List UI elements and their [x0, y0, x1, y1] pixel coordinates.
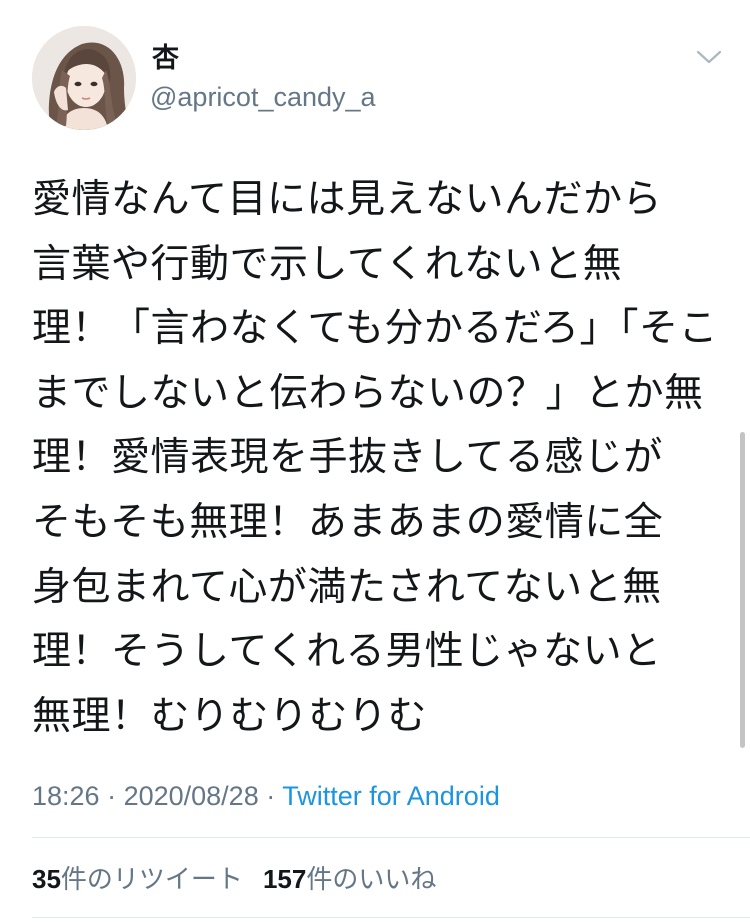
scrollbar[interactable] [740, 432, 745, 748]
likes-count: 157 [262, 864, 307, 894]
more-options-button[interactable] [694, 44, 724, 70]
chevron-down-icon [696, 50, 722, 64]
likes-stat[interactable]: 157件のいいね [263, 861, 436, 898]
meta-separator: · [258, 781, 283, 811]
divider [32, 917, 750, 918]
tweet-stats: 35件のリツイート 157件のいいね [32, 861, 436, 898]
tweet-text-line: 愛情なんて目には見えないんだから [32, 177, 663, 222]
tweet-metadata: 18:26 · 2020/08/28 · Twitter for Android [32, 778, 500, 814]
tweet-text-line: 理！そうしてくれる男性じゃないと [32, 629, 662, 675]
divider [32, 837, 750, 838]
user-handle[interactable]: @apricot_candy_a [150, 80, 376, 114]
tweet-detail: 杏 @apricot_candy_a 愛情なんて目には見えないんだから 言葉や行… [0, 0, 750, 922]
display-name[interactable]: 杏 [152, 42, 179, 76]
tweet-text-line: 無理！むりむりむりむ [32, 693, 428, 739]
tweet-date[interactable]: 2020/08/28 [124, 781, 259, 811]
likes-label: 件のいいね [306, 865, 437, 895]
tweet-text-line: そもそも無理！あまあまの愛情に全 [32, 499, 664, 545]
tweet-text-line: 理！「言わなくても分かるだろ」「そこ [32, 306, 719, 352]
retweets-count: 35 [32, 864, 61, 894]
tweet-time[interactable]: 18:26 [32, 781, 100, 811]
tweet-text: 愛情なんて目には見えないんだから 言葉や行動で示してくれないと無 理！「言わなく… [32, 168, 722, 749]
tweet-text-line: 身包まれて心が満たされてないと無 [32, 564, 662, 610]
retweets-stat[interactable]: 35件のリツイート [32, 861, 243, 898]
meta-separator: · [99, 781, 124, 811]
tweet-text-line: 言葉や行動で示してくれないと無 [32, 241, 623, 287]
tweet-text-line: までしないと伝わらないの？」とか無 [32, 370, 704, 416]
retweets-label: 件のリツイート [60, 865, 243, 895]
tweet-source-link[interactable]: Twitter for Android [282, 781, 500, 811]
avatar[interactable] [32, 26, 136, 130]
tweet-text-line: 理！愛情表現を手抜きしてる感じが [32, 435, 663, 481]
avatar-portrait-icon [32, 26, 136, 130]
